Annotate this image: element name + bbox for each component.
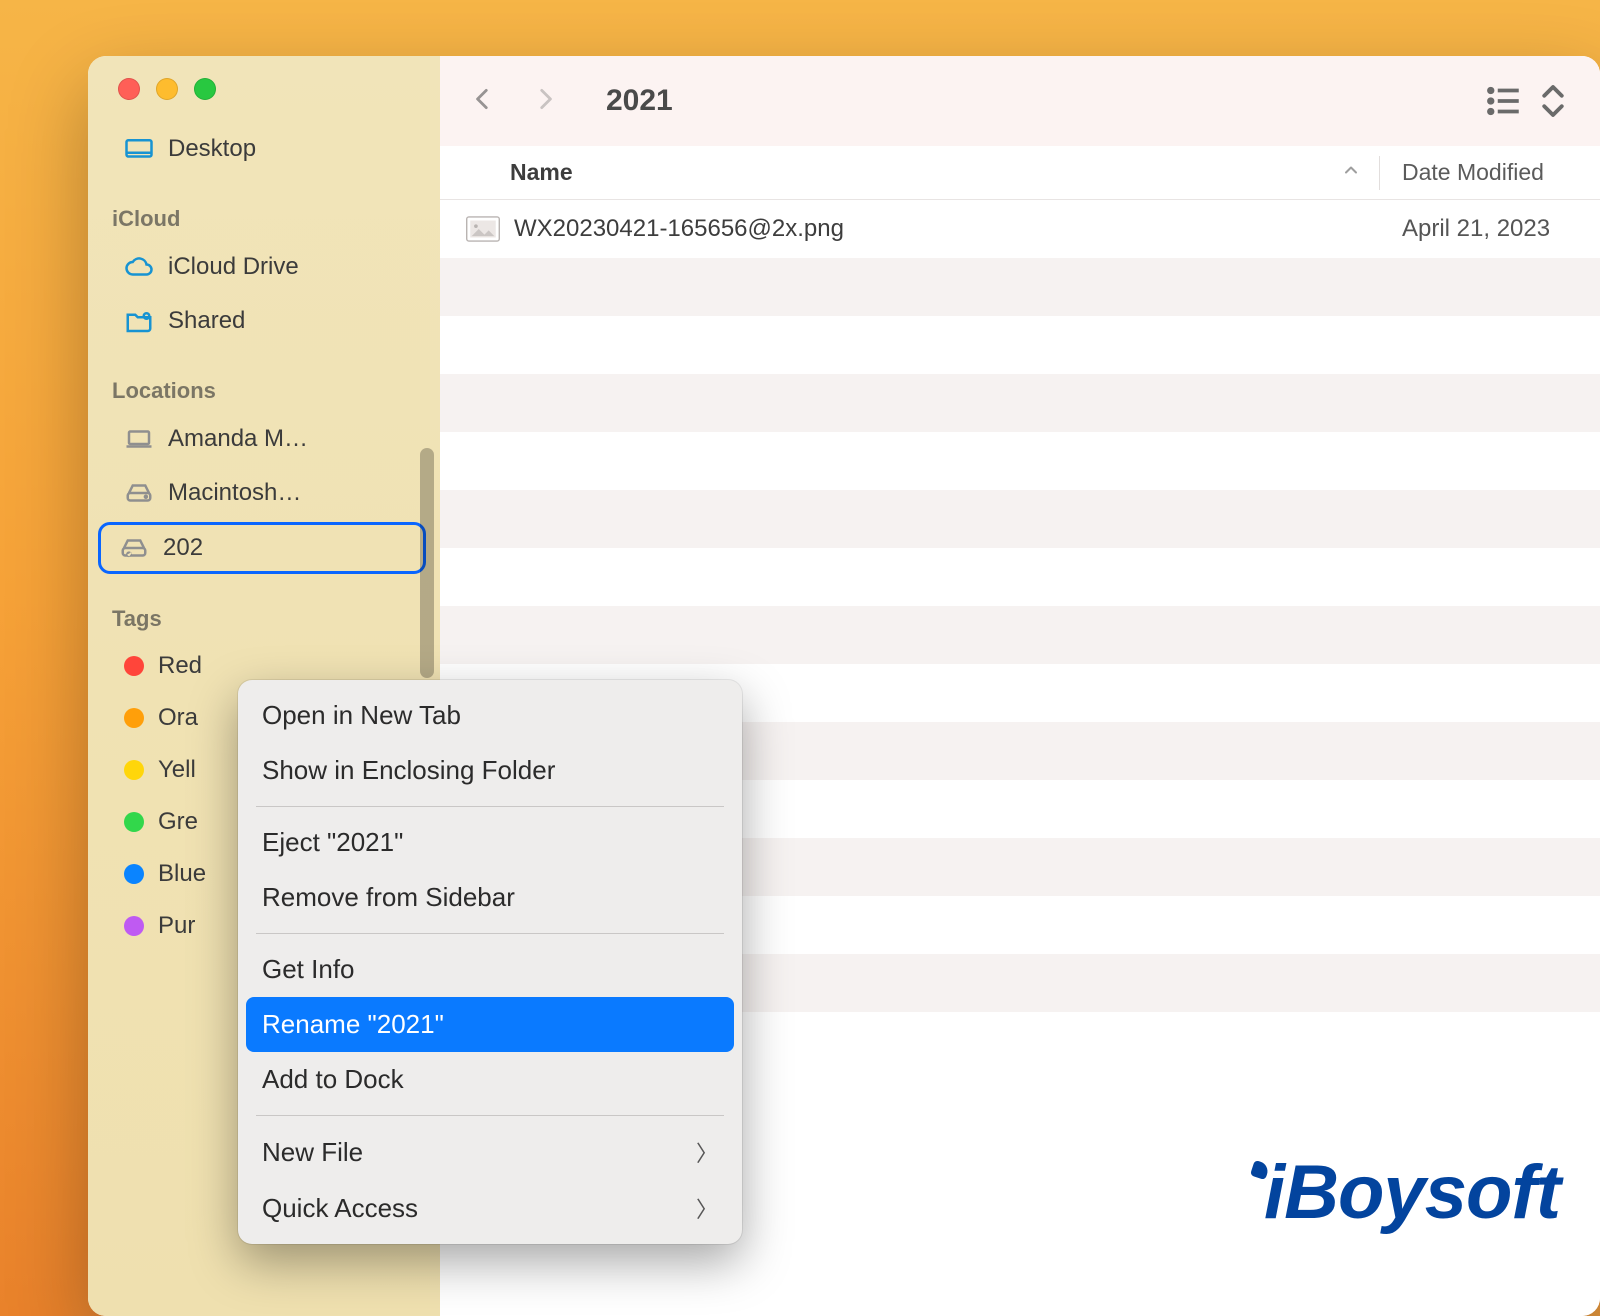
ctx-label: Eject "2021" bbox=[262, 827, 403, 858]
window-title: 2021 bbox=[606, 84, 1472, 118]
tag-dot-icon bbox=[124, 708, 144, 728]
column-name[interactable]: Name bbox=[440, 159, 1323, 186]
file-row-empty bbox=[440, 258, 1600, 316]
ctx-label: New File bbox=[262, 1137, 363, 1168]
shared-folder-icon bbox=[124, 306, 154, 336]
file-row-empty bbox=[440, 432, 1600, 490]
sidebar-item-location-2[interactable]: Macintosh… bbox=[102, 468, 422, 518]
ctx-separator bbox=[256, 1115, 724, 1116]
forward-button[interactable] bbox=[532, 78, 558, 125]
sort-indicator-icon[interactable] bbox=[1323, 159, 1379, 186]
ctx-quick-access[interactable]: Quick Access 〉 bbox=[246, 1180, 734, 1236]
ctx-label: Show in Enclosing Folder bbox=[262, 755, 555, 786]
tag-dot-icon bbox=[124, 864, 144, 884]
ctx-new-file[interactable]: New File 〉 bbox=[246, 1124, 734, 1180]
ctx-remove-sidebar[interactable]: Remove from Sidebar bbox=[246, 870, 734, 925]
sidebar-item-label: Blue bbox=[158, 860, 206, 888]
ctx-label: Add to Dock bbox=[262, 1064, 404, 1095]
ctx-label: Get Info bbox=[262, 954, 355, 985]
sidebar-item-shared[interactable]: Shared bbox=[102, 296, 422, 346]
ctx-separator bbox=[256, 933, 724, 934]
column-date-modified[interactable]: Date Modified bbox=[1380, 159, 1600, 186]
column-header: Name Date Modified bbox=[440, 146, 1600, 200]
sidebar-item-location-1[interactable]: Amanda M… bbox=[102, 414, 422, 464]
sidebar-item-label: Gre bbox=[158, 808, 198, 836]
disk-image-icon bbox=[119, 533, 149, 563]
hard-drive-icon bbox=[124, 478, 154, 508]
sidebar-item-label: Amanda M… bbox=[168, 425, 308, 453]
window-controls bbox=[88, 78, 440, 100]
sidebar-item-label: 202 bbox=[163, 534, 203, 562]
minimize-window-button[interactable] bbox=[156, 78, 178, 100]
sidebar-item-desktop[interactable]: Desktop bbox=[102, 124, 422, 174]
sidebar-scrollbar[interactable] bbox=[420, 448, 434, 678]
back-button[interactable] bbox=[470, 78, 496, 125]
file-row-empty bbox=[440, 548, 1600, 606]
sidebar-item-location-2021[interactable]: 202 bbox=[98, 522, 426, 574]
sidebar-section-icloud: iCloud bbox=[88, 178, 436, 238]
ctx-open-new-tab[interactable]: Open in New Tab bbox=[246, 688, 734, 743]
ctx-eject[interactable]: Eject "2021" bbox=[246, 815, 734, 870]
sidebar-item-label: Ora bbox=[158, 704, 198, 732]
chevron-up-down-icon bbox=[1532, 80, 1574, 122]
sidebar-item-label: Macintosh… bbox=[168, 479, 301, 507]
watermark-text: iBoysoft bbox=[1264, 1149, 1560, 1236]
maximize-window-button[interactable] bbox=[194, 78, 216, 100]
ctx-show-enclosing[interactable]: Show in Enclosing Folder bbox=[246, 743, 734, 798]
file-row-empty bbox=[440, 316, 1600, 374]
file-date: April 21, 2023 bbox=[1380, 215, 1600, 243]
sidebar-item-label: Desktop bbox=[168, 135, 256, 163]
sidebar-item-label: Shared bbox=[168, 307, 245, 335]
sidebar-item-label: Yell bbox=[158, 756, 196, 784]
file-name: WX20230421-165656@2x.png bbox=[514, 215, 1380, 243]
ctx-rename[interactable]: Rename "2021" bbox=[246, 997, 734, 1052]
ctx-add-to-dock[interactable]: Add to Dock bbox=[246, 1052, 734, 1107]
sidebar-item-icloud-drive[interactable]: iCloud Drive bbox=[102, 242, 422, 292]
chevron-right-icon: 〉 bbox=[696, 1192, 718, 1224]
tag-dot-icon bbox=[124, 760, 144, 780]
tag-dot-icon bbox=[124, 656, 144, 676]
file-row-empty bbox=[440, 606, 1600, 664]
tag-dot-icon bbox=[124, 812, 144, 832]
watermark: iBoysoft bbox=[1246, 1149, 1560, 1236]
laptop-icon bbox=[124, 424, 154, 454]
sidebar-item-label: iCloud Drive bbox=[168, 253, 299, 281]
sidebar-section-locations: Locations bbox=[88, 350, 436, 410]
sidebar-item-label: Pur bbox=[158, 912, 195, 940]
view-options-button[interactable] bbox=[1482, 80, 1574, 122]
close-window-button[interactable] bbox=[118, 78, 140, 100]
file-row-empty bbox=[440, 490, 1600, 548]
ctx-label: Remove from Sidebar bbox=[262, 882, 515, 913]
tag-dot-icon bbox=[124, 916, 144, 936]
cloud-icon bbox=[124, 252, 154, 282]
ctx-get-info[interactable]: Get Info bbox=[246, 942, 734, 997]
toolbar: 2021 bbox=[440, 56, 1600, 146]
chevron-right-icon: 〉 bbox=[696, 1136, 718, 1168]
ctx-label: Rename "2021" bbox=[262, 1009, 444, 1040]
desktop-icon bbox=[124, 134, 154, 164]
image-file-icon bbox=[466, 216, 500, 242]
ctx-label: Quick Access bbox=[262, 1193, 418, 1224]
file-row[interactable]: WX20230421-165656@2x.png April 21, 2023 bbox=[440, 200, 1600, 258]
context-menu: Open in New Tab Show in Enclosing Folder… bbox=[238, 680, 742, 1244]
file-row-empty bbox=[440, 374, 1600, 432]
ctx-separator bbox=[256, 806, 724, 807]
sidebar-item-label: Red bbox=[158, 652, 202, 680]
sidebar-section-tags: Tags bbox=[88, 578, 436, 638]
ctx-label: Open in New Tab bbox=[262, 700, 461, 731]
